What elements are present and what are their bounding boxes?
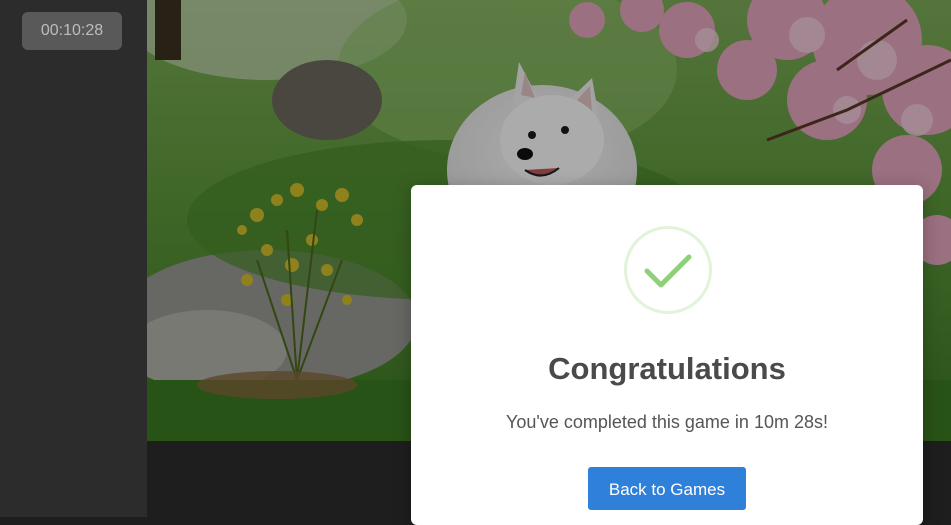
dialog-title: Congratulations [548,351,786,386]
sidebar: 00:10:28 [0,0,147,517]
dialog-message: You've completed this game in 10m 28s! [506,412,828,432]
success-check-icon [624,226,712,314]
back-to-games-button[interactable]: Back to Games [588,467,746,510]
completion-dialog: Congratulations You've completed this ga… [411,185,923,525]
game-timer: 00:10:28 [22,12,122,50]
